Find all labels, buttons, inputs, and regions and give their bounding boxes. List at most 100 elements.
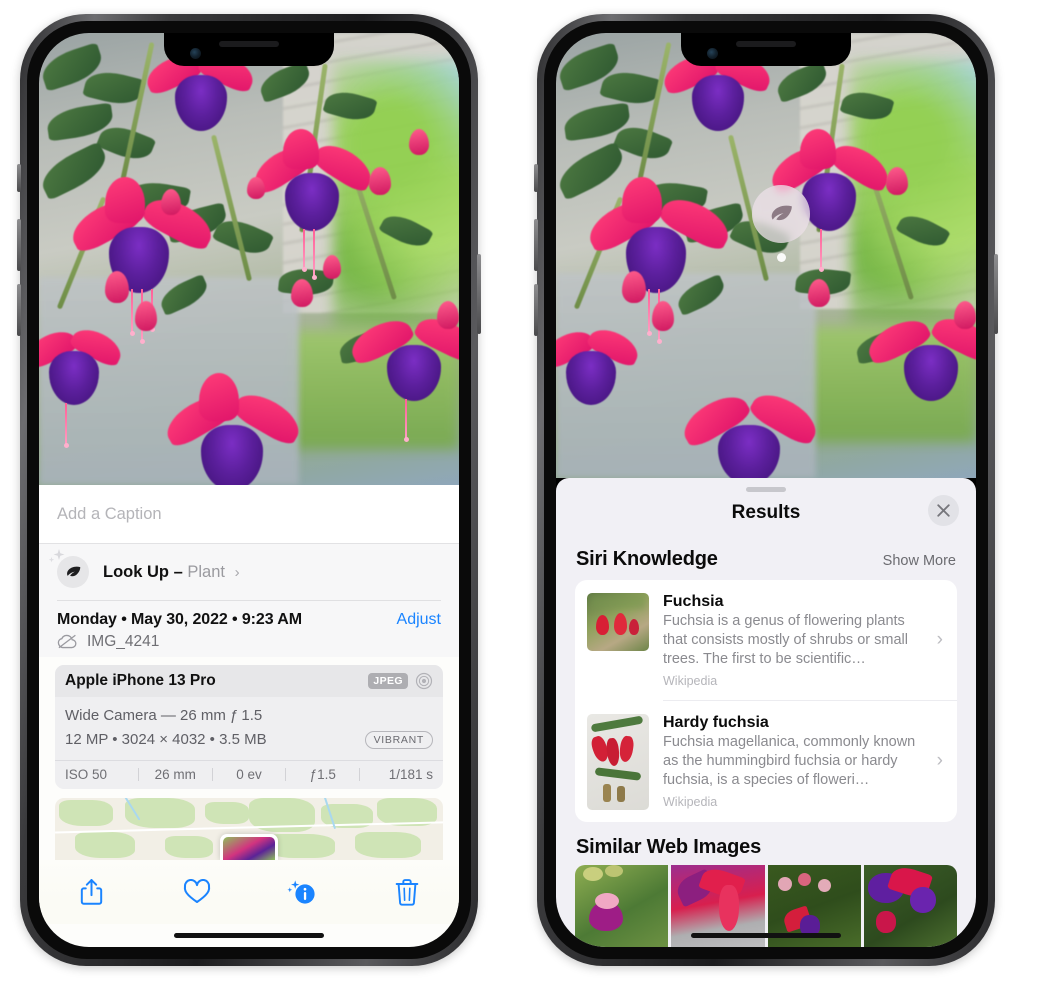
- siri-knowledge-header: Siri Knowledge Show More: [556, 534, 976, 580]
- power-button[interactable]: [477, 254, 481, 334]
- look-up-plant-row[interactable]: Look Up – Plant ›: [48, 544, 441, 600]
- photo-bud: [161, 189, 181, 215]
- photo-location-pin: [220, 834, 278, 861]
- camera-size-line: 12 MP • 3024 × 4032 • 3.5 MB: [65, 730, 267, 748]
- photo-date: Monday • May 30, 2022 • 9:23 AM: [57, 610, 302, 628]
- favorite-button[interactable]: [174, 872, 220, 912]
- knowledge-source: Wikipedia: [663, 674, 718, 689]
- web-image-thumbnail[interactable]: [863, 864, 957, 947]
- photo-bud: [409, 129, 429, 155]
- photo-filename: IMG_4241: [87, 632, 160, 650]
- exif-aperture: ƒ1.5: [309, 767, 336, 783]
- front-camera: [707, 48, 718, 59]
- chevron-right-icon: ›: [936, 629, 943, 651]
- mute-switch[interactable]: [534, 164, 538, 192]
- camera-info-card[interactable]: Apple iPhone 13 Pro JPEG Wide Camera — 2…: [55, 664, 443, 790]
- share-icon: [80, 879, 103, 905]
- location-map[interactable]: [55, 798, 443, 861]
- volume-up-button[interactable]: [534, 219, 538, 271]
- leaf-icon: [48, 549, 89, 588]
- photo-viewer-right[interactable]: [556, 33, 976, 478]
- results-sheet: Results Siri Knowledge Show More Fuchsia…: [556, 478, 976, 947]
- photo-bud: [369, 167, 391, 195]
- photo-bud: [622, 271, 646, 303]
- photo-bud: [247, 177, 265, 199]
- exif-iso: ISO 50: [65, 767, 108, 783]
- knowledge-title: Fuchsia: [663, 593, 724, 610]
- front-camera: [190, 48, 201, 59]
- volume-up-button[interactable]: [17, 219, 21, 271]
- photo-bud: [323, 255, 341, 279]
- knowledge-description: Fuchsia is a genus of flowering plants t…: [663, 613, 908, 668]
- knowledge-thumbnail: [587, 593, 649, 651]
- show-more-button[interactable]: Show More: [883, 553, 956, 569]
- home-indicator[interactable]: [174, 933, 324, 938]
- volume-down-button[interactable]: [534, 284, 538, 336]
- right-phone-screen: Results Siri Knowledge Show More Fuchsia…: [556, 33, 976, 947]
- info-sparkle-icon: [286, 880, 315, 904]
- volume-down-button[interactable]: [17, 284, 21, 336]
- look-up-text: Look Up: [103, 562, 169, 581]
- photo-bud: [954, 301, 976, 329]
- format-badge: JPEG: [368, 672, 408, 689]
- photo-metadata: Monday • May 30, 2022 • 9:23 AM Adjust I…: [39, 600, 459, 657]
- chevron-right-icon: ›: [936, 750, 943, 772]
- photo-bud: [652, 301, 674, 331]
- photo-stem: [120, 42, 155, 180]
- aperture-icon: [415, 672, 433, 689]
- notch: [681, 33, 851, 66]
- look-up-subject: Plant: [187, 562, 225, 581]
- left-phone-screen: Add a Caption Look Up – Plant › Monday •…: [39, 33, 459, 947]
- visual-look-up-badge-dot: [777, 253, 786, 262]
- photo-bud: [886, 167, 908, 195]
- visual-look-up-badge[interactable]: [752, 185, 810, 243]
- photo-viewer-left[interactable]: [39, 33, 459, 485]
- photo-bud: [135, 301, 157, 331]
- adjust-button[interactable]: Adjust: [397, 611, 441, 629]
- web-image-thumbnail[interactable]: [575, 864, 669, 947]
- knowledge-thumbnail: [587, 713, 649, 810]
- knowledge-item-hardy-fuchsia[interactable]: Hardy fuchsia Fuchsia magellanica, commo…: [575, 701, 957, 822]
- delete-button[interactable]: [384, 872, 430, 912]
- caption-input[interactable]: Add a Caption: [39, 485, 459, 543]
- close-icon: [937, 504, 950, 517]
- sheet-title: Results: [731, 502, 801, 523]
- photo-bud: [808, 279, 830, 307]
- look-up-label: Look Up – Plant ›: [103, 563, 240, 582]
- caption-placeholder: Add a Caption: [57, 504, 162, 523]
- photo-info-panel: Add a Caption Look Up – Plant › Monday •…: [39, 485, 459, 947]
- knowledge-title: Hardy fuchsia: [663, 713, 769, 731]
- siri-knowledge-title: Siri Knowledge: [576, 548, 718, 570]
- photo-bud: [437, 301, 459, 329]
- similar-web-images-title: Similar Web Images: [576, 835, 761, 858]
- notch: [164, 33, 334, 66]
- home-indicator[interactable]: [691, 933, 841, 938]
- mute-switch[interactable]: [17, 164, 21, 192]
- photo-bud: [105, 271, 129, 303]
- knowledge-item-fuchsia[interactable]: Fuchsia Fuchsia is a genus of flowering …: [575, 580, 957, 700]
- photo-leaf: [556, 141, 630, 201]
- left-phone-frame: Add a Caption Look Up – Plant › Monday •…: [17, 14, 481, 966]
- photo-toolbar: [39, 860, 459, 925]
- heart-icon: [183, 879, 210, 904]
- earpiece-speaker: [219, 41, 279, 47]
- chevron-right-icon: ›: [234, 563, 240, 581]
- photographic-style-badge: VIBRANT: [364, 730, 433, 749]
- similar-web-images-header: Similar Web Images: [556, 822, 976, 865]
- power-button[interactable]: [994, 254, 998, 334]
- share-button[interactable]: [69, 872, 115, 912]
- exif-exposure: 0 ev: [236, 767, 262, 783]
- earpiece-speaker: [736, 41, 796, 47]
- camera-lens-line: Wide Camera — 26 mm ƒ 1.5: [65, 706, 263, 724]
- leaf-icon: [771, 205, 792, 220]
- exif-focal-length: 26 mm: [154, 767, 196, 783]
- siri-knowledge-card: Fuchsia Fuchsia is a genus of flowering …: [575, 580, 957, 822]
- right-phone-frame: Results Siri Knowledge Show More Fuchsia…: [534, 14, 998, 966]
- exif-shutter-speed: 1/181 s: [388, 767, 433, 783]
- knowledge-description: Fuchsia magellanica, commonly known as t…: [663, 733, 916, 789]
- close-button[interactable]: [928, 495, 959, 526]
- exif-row: ISO 50 26 mm 0 ev ƒ1.5 1/181 s: [55, 760, 443, 789]
- photo-leaf: [39, 141, 113, 201]
- info-button[interactable]: [279, 872, 325, 912]
- trash-icon: [395, 879, 418, 906]
